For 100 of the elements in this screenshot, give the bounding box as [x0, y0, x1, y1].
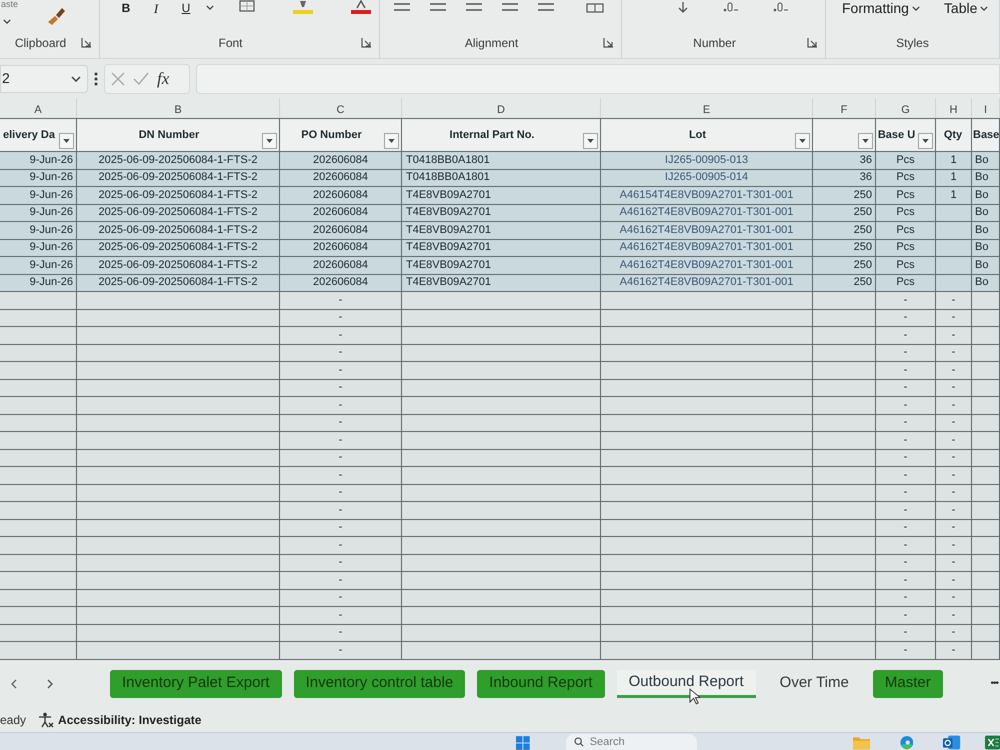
table-cell: 9-Jun-26	[0, 257, 77, 274]
table-cell: 2025-06-09-202506084-1-FTS-2	[77, 187, 280, 204]
sheet-tab[interactable]: Inventory Palet Export	[110, 670, 282, 698]
sheet-tab[interactable]: Outbound Report	[616, 670, 756, 698]
table-cell: -	[936, 484, 972, 501]
table-cell: -	[876, 537, 936, 554]
highlight-icon[interactable]	[292, 0, 314, 14]
font-color-icon[interactable]	[350, 0, 372, 14]
arrow-down-icon[interactable]	[678, 2, 688, 14]
table-cell: T4E8VB09A2701	[402, 257, 601, 274]
table-cell: 250	[813, 222, 876, 238]
table-cell: -	[876, 624, 936, 641]
column-letter[interactable]: D	[497, 105, 505, 116]
table-cell: 2025-06-09-202506084-1-FTS-2	[77, 170, 280, 186]
more-sheets-button[interactable]: •••	[990, 676, 998, 691]
filter-button[interactable]	[384, 133, 399, 149]
table-cell: Bo	[972, 222, 1000, 238]
filter-button[interactable]	[583, 133, 598, 149]
sheet-tab[interactable]: Master	[872, 670, 943, 698]
table-cell: T0418BB0A1801	[402, 170, 601, 186]
column-letter[interactable]: F	[840, 105, 848, 116]
align-lines-icon[interactable]	[538, 3, 554, 11]
dialog-launcher-icon[interactable]	[81, 38, 91, 48]
mail-app-icon[interactable]	[943, 735, 961, 750]
windows-icon[interactable]	[516, 736, 530, 750]
paste-label[interactable]: aste	[1, 0, 18, 9]
column-letter[interactable]: H	[950, 105, 958, 116]
table-cell: -	[936, 450, 972, 466]
bold-button[interactable]: B	[116, 0, 136, 16]
caret-icon	[587, 139, 594, 143]
align-lines-icon[interactable]	[502, 3, 518, 11]
column-heading: DN Number	[138, 128, 200, 143]
dialog-launcher-icon[interactable]	[603, 38, 613, 48]
more-options-icon[interactable]	[94, 72, 98, 86]
italic-button[interactable]: I	[146, 0, 166, 16]
table-cell: -	[936, 292, 972, 308]
table-cell: Bo	[972, 152, 1000, 168]
search-field[interactable]: Search	[566, 734, 697, 750]
table-cell: Pcs	[876, 274, 936, 291]
ribbon-group-label: Font	[217, 35, 244, 52]
formula-input[interactable]	[196, 64, 1000, 94]
filter-button[interactable]	[858, 133, 873, 149]
sheet-tab[interactable]: Inbound Report	[477, 670, 605, 698]
align-lines-icon[interactable]	[466, 3, 482, 11]
table-cell: IJ265-00905-013	[601, 152, 813, 168]
dialog-launcher-icon[interactable]	[807, 38, 817, 48]
column-letter[interactable]: A	[34, 105, 42, 116]
decimal-icon[interactable]	[772, 2, 788, 12]
table-cell: Pcs	[876, 257, 936, 274]
column-letter[interactable]: I	[984, 105, 988, 116]
table-cell: A46162T4E8VB09A2701-T301-001	[601, 222, 813, 238]
table-cell: -	[280, 397, 402, 414]
column-letter[interactable]: G	[901, 105, 910, 116]
column-heading: Qty	[944, 128, 962, 143]
decimal-icon[interactable]	[722, 2, 738, 12]
table-cell: Bo	[972, 204, 1000, 221]
table-cell: 202606084	[280, 222, 402, 238]
table-cell: A46154T4E8VB09A2701-T301-001	[601, 187, 813, 204]
table-cell: 36	[813, 152, 876, 168]
table-cell: -	[876, 450, 936, 466]
filter-button[interactable]	[59, 133, 74, 149]
align-lines-icon[interactable]	[430, 3, 446, 11]
accessibility-button[interactable]: Accessibility: Investigate	[38, 710, 202, 728]
table-cell: -	[280, 537, 402, 554]
table-cell: A46162T4E8VB09A2701-T301-001	[601, 204, 813, 221]
dropdown-button[interactable]: Table	[940, 0, 992, 16]
sheet-tab[interactable]: Over Time	[768, 670, 861, 698]
table-cell: Bo	[972, 170, 1000, 186]
dropdown-button[interactable]: Formatting	[838, 0, 924, 16]
column-letter[interactable]: B	[174, 105, 182, 116]
spreadsheet-app-icon[interactable]	[984, 735, 1000, 750]
chevron-down-icon	[3, 19, 11, 24]
filter-button[interactable]	[918, 133, 933, 149]
paintbrush-icon[interactable]	[46, 6, 66, 26]
sheet-tab[interactable]: Inventory control table	[294, 670, 466, 698]
column-letter[interactable]: C	[336, 105, 344, 116]
underline-button[interactable]: U	[176, 0, 196, 16]
accessibility-icon	[38, 712, 54, 728]
table-cell: A46162T4E8VB09A2701-T301-001	[601, 257, 813, 274]
column-heading: Base	[973, 128, 1000, 143]
table-cell: T4E8VB09A2701	[402, 240, 601, 256]
filter-button[interactable]	[795, 133, 810, 149]
insert-function-button[interactable]: fx	[157, 70, 170, 87]
table-cell: -	[280, 467, 402, 484]
merge-cells-icon[interactable]	[586, 3, 604, 13]
check-icon[interactable]	[133, 72, 149, 86]
table-cell: T4E8VB09A2701	[402, 222, 601, 238]
filter-button[interactable]	[262, 133, 277, 149]
align-lines-icon[interactable]	[394, 3, 410, 11]
browser-icon[interactable]	[900, 735, 914, 750]
name-box[interactable]: 2	[0, 64, 88, 92]
table-cell: Pcs	[876, 152, 936, 168]
table-cell: -	[936, 432, 972, 448]
table-cell: -	[936, 310, 972, 326]
caret-icon	[922, 139, 929, 143]
column-letter[interactable]: E	[702, 105, 710, 116]
table-cell: 202606084	[280, 152, 402, 168]
pointer-icon	[689, 688, 700, 704]
borders-icon[interactable]	[238, 0, 256, 12]
dialog-launcher-icon[interactable]	[361, 38, 371, 48]
